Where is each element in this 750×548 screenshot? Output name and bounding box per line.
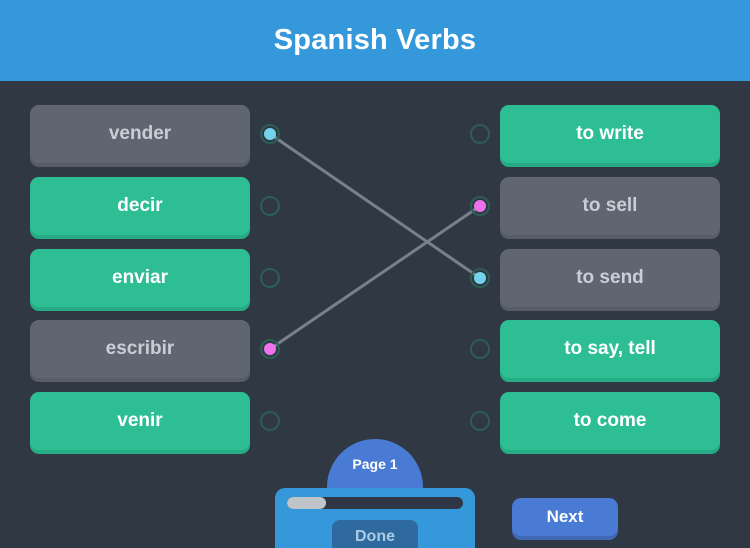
- done-button[interactable]: Done: [332, 520, 418, 548]
- connector-dot[interactable]: [470, 411, 490, 431]
- progress-bar[interactable]: [287, 497, 463, 509]
- bottom-panel: Done: [275, 488, 475, 548]
- match-row: vender: [30, 105, 280, 163]
- page-badge-label: Page 1: [352, 456, 398, 472]
- app-header: Spanish Verbs: [0, 0, 750, 81]
- match-row: venir: [30, 392, 280, 450]
- page-title: Spanish Verbs: [273, 24, 477, 56]
- connector-dot[interactable]: [470, 339, 490, 359]
- connector-dot[interactable]: [470, 196, 490, 216]
- term-card[interactable]: venir: [30, 392, 250, 450]
- term-card[interactable]: vender: [30, 105, 250, 163]
- match-row: escribir: [30, 320, 280, 378]
- match-row: to send: [470, 249, 720, 307]
- connector-dot[interactable]: [470, 124, 490, 144]
- connector-dot[interactable]: [260, 339, 280, 359]
- connector-dot[interactable]: [260, 268, 280, 288]
- connector-dot-core: [474, 272, 486, 284]
- connector-dot[interactable]: [260, 411, 280, 431]
- connector-dot[interactable]: [260, 196, 280, 216]
- connector-dot-core: [264, 343, 276, 355]
- match-row: to sell: [470, 177, 720, 235]
- definition-card[interactable]: to send: [500, 249, 720, 307]
- definition-card[interactable]: to say, tell: [500, 320, 720, 378]
- progress-bar-fill: [287, 497, 326, 509]
- term-card[interactable]: escribir: [30, 320, 250, 378]
- term-card[interactable]: decir: [30, 177, 250, 235]
- next-button[interactable]: Next: [512, 498, 618, 536]
- match-row: to say, tell: [470, 320, 720, 378]
- definition-card[interactable]: to sell: [500, 177, 720, 235]
- match-row: decir: [30, 177, 280, 235]
- connector-dot[interactable]: [260, 124, 280, 144]
- connector-dot-core: [264, 128, 276, 140]
- connection-line: [268, 204, 482, 351]
- definition-card[interactable]: to come: [500, 392, 720, 450]
- match-row: enviar: [30, 249, 280, 307]
- connector-dot[interactable]: [470, 268, 490, 288]
- connection-line: [268, 132, 482, 280]
- match-row: to write: [470, 105, 720, 163]
- match-row: to come: [470, 392, 720, 450]
- term-card[interactable]: enviar: [30, 249, 250, 307]
- connector-dot-core: [474, 200, 486, 212]
- definition-card[interactable]: to write: [500, 105, 720, 163]
